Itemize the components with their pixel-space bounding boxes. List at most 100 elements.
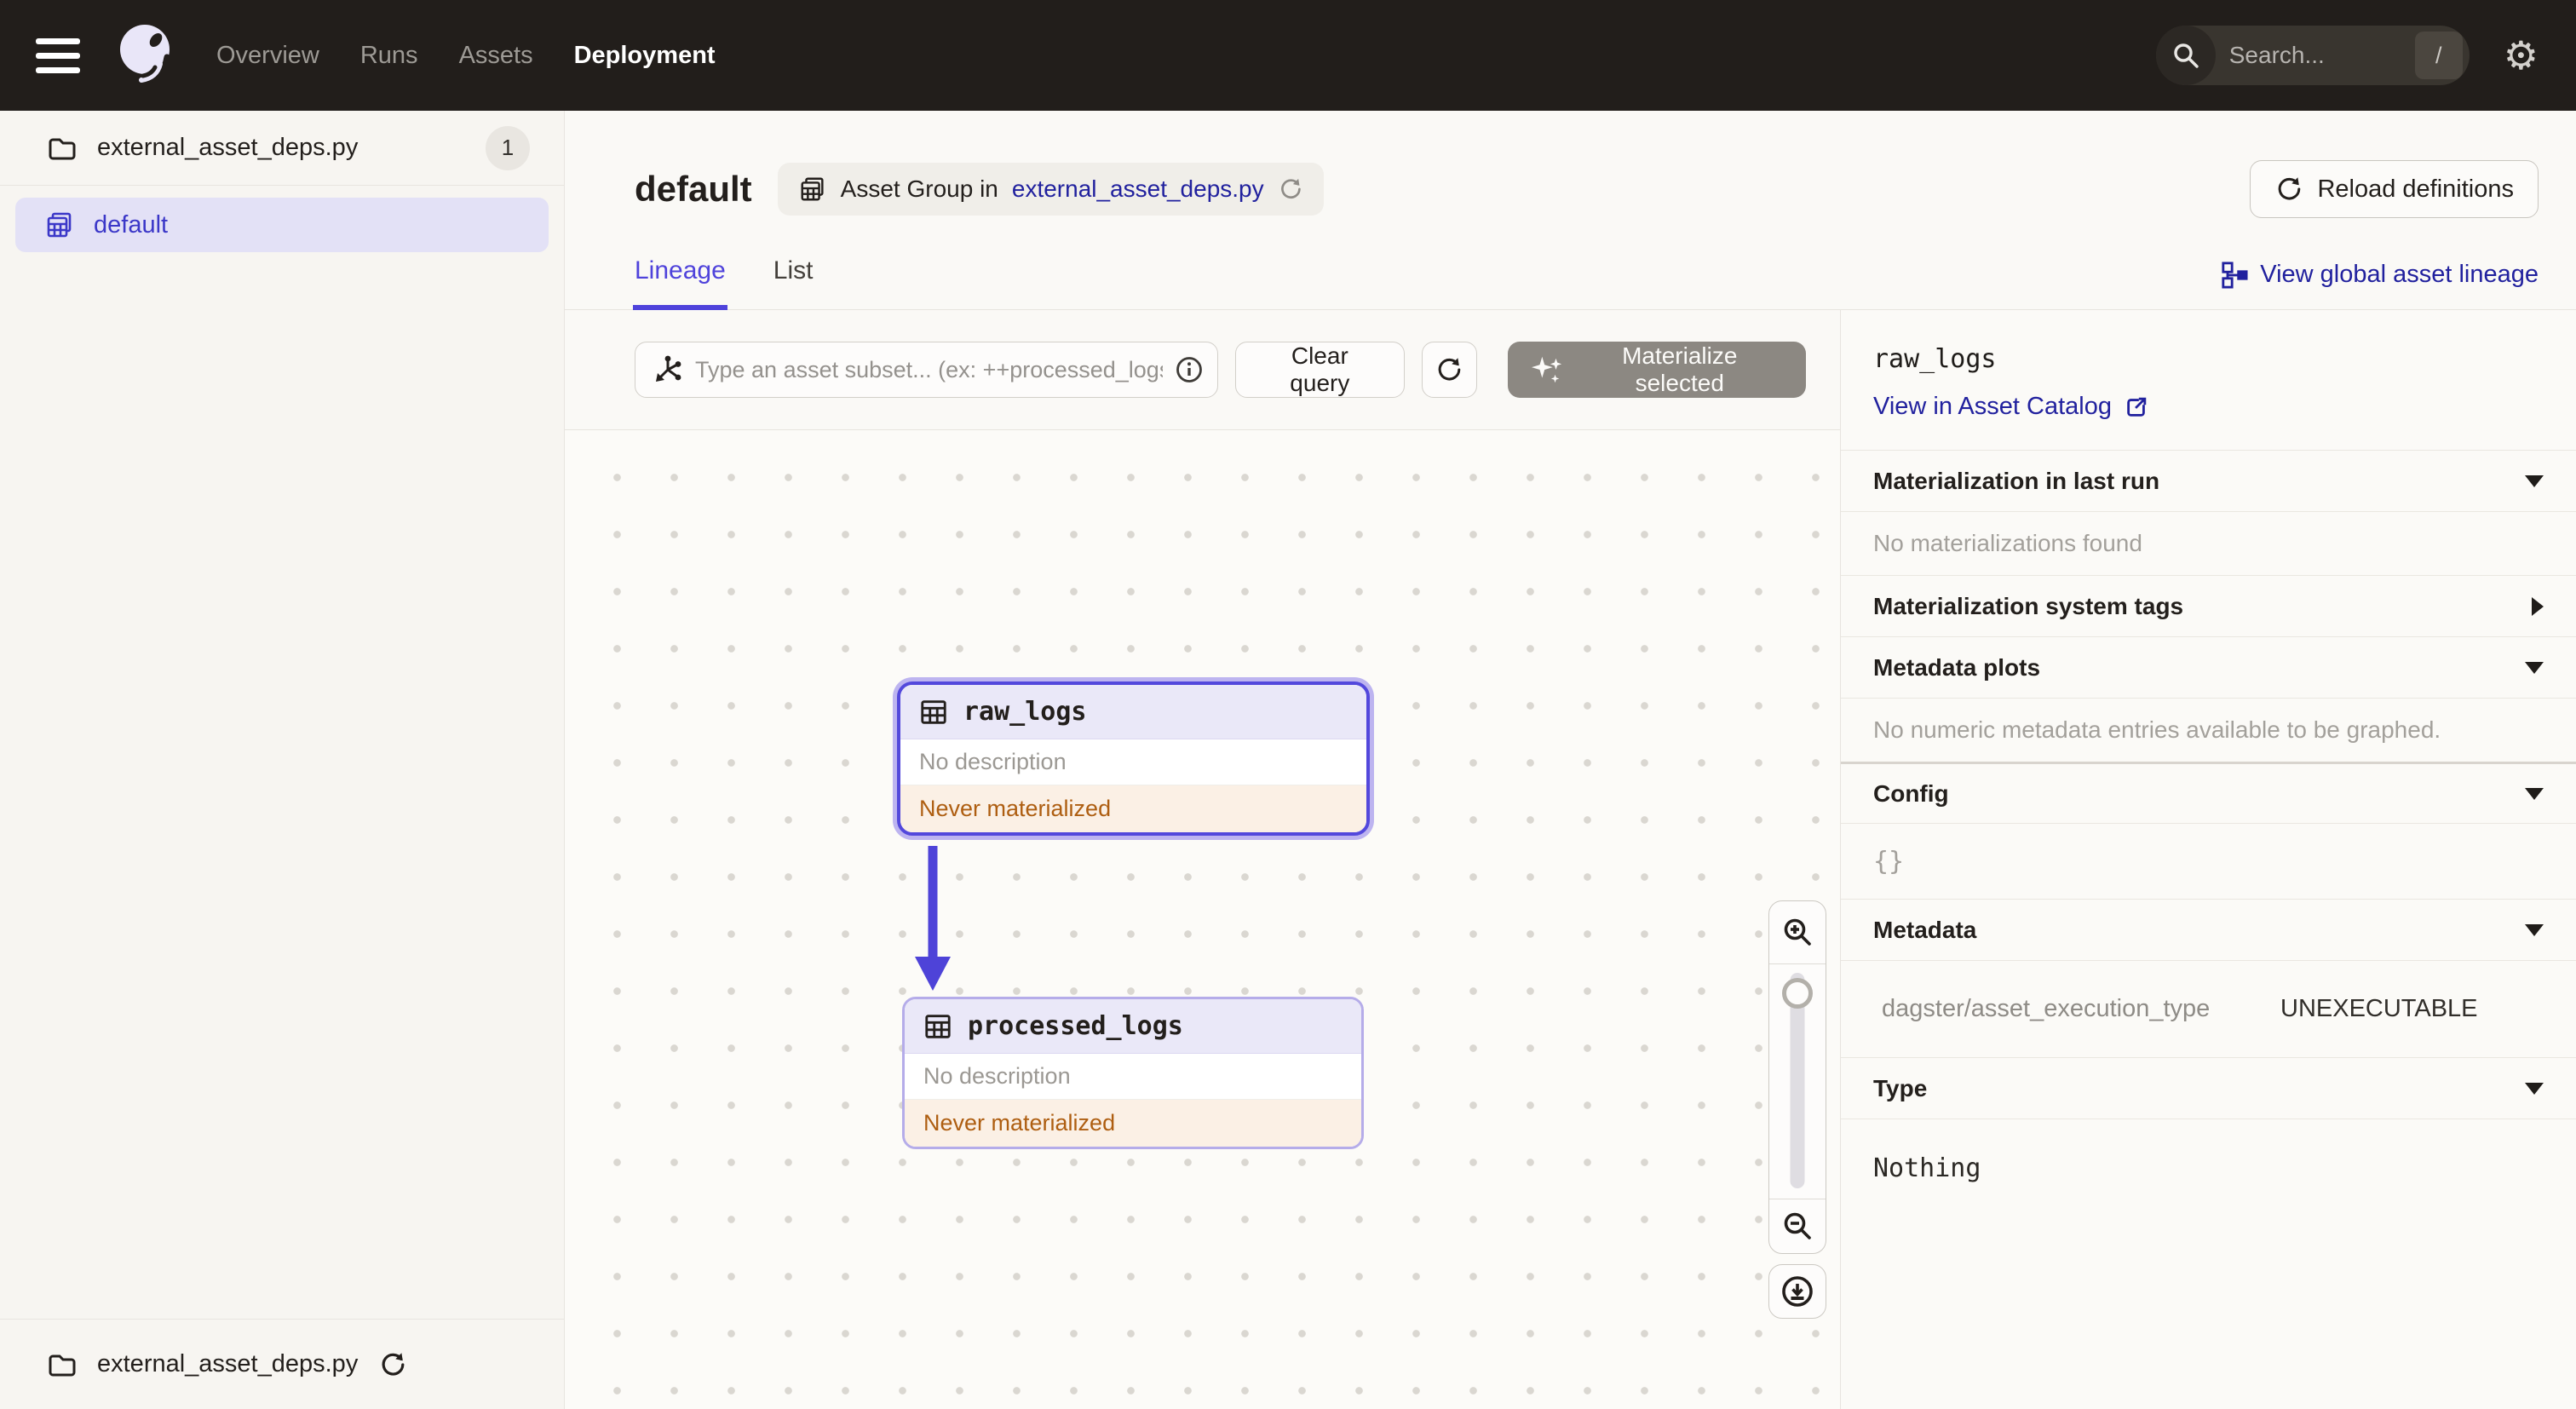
reload-location-icon[interactable] [378,1350,407,1379]
chevron-right-icon [2532,596,2544,616]
asset-status-badge: Never materialized [900,785,1366,832]
section-label: Materialization in last run [1873,467,2160,494]
asset-subset-input[interactable] [695,356,1163,383]
footer-code-location-label: external_asset_deps.py [97,1350,359,1377]
download-graph-button[interactable] [1768,1264,1826,1319]
search-box[interactable]: / [2155,26,2470,85]
table-icon [919,698,948,727]
sidebar-footer-code-location: external_asset_deps.py [0,1319,564,1409]
asset-name: processed_logs [968,1011,1183,1041]
reload-location-icon[interactable] [1278,176,1303,202]
tab-list[interactable]: List [773,256,814,309]
page-header: default Asset Group in external_asset_de… [565,111,2576,230]
zoom-in-button[interactable] [1769,901,1826,964]
asset-group-icon [44,210,75,240]
chevron-down-icon [2525,787,2544,800]
menu-icon[interactable] [36,37,80,73]
refresh-icon [2274,175,2303,204]
nav-item-deployment[interactable]: Deployment [574,42,716,70]
asset-group-icon [798,175,827,204]
lineage-toolbar: Clear query [565,310,1840,430]
folder-icon [46,1349,77,1380]
zoom-controls [1768,900,1826,1319]
asset-node-raw-logs[interactable]: raw_logs No description Never materializ… [897,681,1370,836]
page-title: default [635,169,752,209]
asset-subset-query-box[interactable] [635,342,1218,398]
tabs-bar: Lineage List View global asset lineage [565,230,2576,310]
type-value: Nothing [1873,1153,1981,1183]
section-materialization-in-last-run[interactable]: Materialization in last run [1841,450,2576,511]
asset-group-tag-link[interactable]: external_asset_deps.py [1012,175,1264,203]
asset-status-badge: Never materialized [905,1100,1361,1147]
edge-arrow-raw-to-processed [915,846,951,991]
section-label: Metadata [1873,916,1977,943]
chevron-down-icon [2525,923,2544,936]
zoom-out-button[interactable] [1769,1199,1826,1253]
section-type[interactable]: Type [1841,1057,2576,1119]
clear-query-label: Clear query [1290,342,1350,396]
materialize-selected-button[interactable]: Materialize selected [1507,342,1806,398]
op-selector-icon [653,354,683,385]
asset-group-tag-prefix: Asset Group in [840,175,998,202]
asset-description: No description [900,739,1366,785]
asset-group-tag: Asset Group in external_asset_deps.py [777,163,1324,216]
sidebar-item-code-location[interactable]: external_asset_deps.py 1 [0,111,564,186]
section-label: Config [1873,779,1949,807]
reload-definitions-button[interactable]: Reload definitions [2250,160,2539,218]
section-label: Metadata plots [1873,653,2041,681]
search-icon [2155,26,2216,85]
lineage-graph-icon [2221,261,2248,289]
sidebar-item-group-default[interactable]: default [15,198,549,252]
nav-item-overview[interactable]: Overview [216,42,319,70]
last-run-empty-text: No materializations found [1873,530,2142,556]
reload-definitions-label: Reload definitions [2317,175,2514,203]
section-config[interactable]: Config [1841,762,2576,823]
folder-icon [46,133,77,164]
zoom-slider-knob[interactable] [1782,978,1813,1009]
section-label: Materialization system tags [1873,592,2184,619]
panel-asset-title: raw_logs [1873,344,1997,374]
materialize-selected-label: Materialize selected [1622,342,1738,396]
clear-query-button[interactable]: Clear query [1234,342,1406,398]
section-label: Type [1873,1074,1928,1101]
metadata-entry-row: dagster/asset_execution_type UNEXECUTABL… [1841,961,2576,1057]
metadata-key: dagster/asset_execution_type [1882,995,2211,1022]
asset-detail-panel: raw_logs View in Asset Catalog Materiali… [1840,310,2576,1409]
tab-lineage[interactable]: Lineage [633,256,727,310]
code-location-sidebar: external_asset_deps.py 1 default externa… [0,111,565,1409]
view-in-asset-catalog-link[interactable]: View in Asset Catalog [1873,393,2149,421]
view-in-asset-catalog-label: View in Asset Catalog [1873,393,2112,420]
chevron-down-icon [2525,661,2544,674]
external-link-icon [2124,394,2149,420]
view-global-asset-lineage-label: View global asset lineage [2260,261,2539,288]
asset-description: No description [905,1054,1361,1100]
asset-name: raw_logs [963,697,1087,727]
nav-items: Overview Runs Assets Deployment [216,42,716,70]
search-shortcut-badge: / [2414,32,2463,79]
view-global-asset-lineage-link[interactable]: View global asset lineage [2221,261,2539,309]
info-icon[interactable] [1175,355,1204,384]
search-input[interactable] [2228,42,2415,69]
section-metadata[interactable]: Metadata [1841,899,2576,960]
lineage-graph-canvas[interactable]: raw_logs No description Never materializ… [565,430,1840,1409]
zoom-slider[interactable] [1769,964,1826,1199]
metadata-value: UNEXECUTABLE [2280,995,2478,1022]
section-materialization-system-tags[interactable]: Materialization system tags [1841,575,2576,636]
config-value: {} [1873,846,1905,877]
code-location-label: external_asset_deps.py [97,134,359,161]
refresh-graph-button[interactable] [1422,342,1477,398]
top-nav: Overview Runs Assets Deployment / ⚙ [0,0,2576,111]
group-label: default [94,210,169,239]
settings-gear-icon[interactable]: ⚙ [2504,36,2539,75]
dagster-logo-icon[interactable] [111,20,179,92]
nav-item-runs[interactable]: Runs [360,42,418,70]
table-icon [923,1012,952,1041]
metadata-plots-empty-text: No numeric metadata entries available to… [1873,716,2441,743]
chevron-down-icon [2525,1082,2544,1095]
nav-item-assets[interactable]: Assets [459,42,533,70]
asset-group-count-badge: 1 [486,125,530,170]
asset-node-processed-logs[interactable]: processed_logs No description Never mate… [902,997,1364,1149]
chevron-down-icon [2525,474,2544,487]
sparkle-icon [1531,354,1564,386]
section-metadata-plots[interactable]: Metadata plots [1841,636,2576,698]
